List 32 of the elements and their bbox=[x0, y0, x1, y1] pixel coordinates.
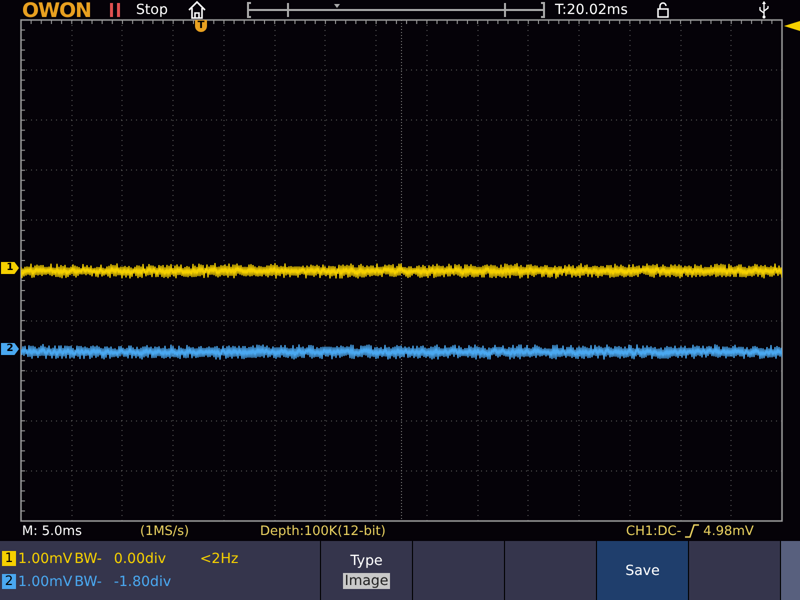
channel-number-badge: 2 bbox=[2, 574, 16, 589]
channel-scale: 1.00mV bbox=[18, 574, 72, 590]
menu-side-strip bbox=[781, 541, 800, 600]
channel-marker[interactable]: 2 bbox=[1, 343, 19, 355]
bandwidth-limit: BW- bbox=[74, 574, 102, 590]
brand-logo: OWON bbox=[22, 0, 92, 20]
home-icon[interactable] bbox=[188, 1, 206, 19]
trigger-source: CH1:DC- bbox=[626, 524, 682, 538]
frequency-reading: <2Hz bbox=[200, 550, 238, 566]
usb-icon bbox=[759, 1, 769, 19]
trigger-level-marker[interactable] bbox=[784, 21, 800, 31]
softkey-label: Save bbox=[625, 562, 660, 578]
padlock-icon bbox=[657, 2, 669, 18]
trigger-position-marker[interactable]: T bbox=[195, 20, 207, 32]
channel-number-badge: 1 bbox=[2, 551, 16, 566]
timebase: M: 5.0ms bbox=[22, 524, 83, 538]
trigger-time: T:20.02ms bbox=[555, 2, 629, 18]
bandwidth-limit: BW- bbox=[74, 550, 102, 566]
run-state: Stop bbox=[136, 2, 169, 18]
rising-edge-icon bbox=[685, 524, 700, 538]
sample-rate: (1MS/s) bbox=[140, 524, 190, 538]
memory-depth: Depth:100K(12-bit) bbox=[260, 524, 387, 538]
channel-offset: 0.00div bbox=[114, 550, 168, 566]
channel-scale: 1.00mV bbox=[18, 550, 72, 566]
pause-icon bbox=[110, 3, 120, 17]
softkey-label: Type bbox=[350, 552, 383, 568]
channel-offset: -1.80div bbox=[114, 574, 172, 590]
softkey[interactable]: Save bbox=[597, 541, 689, 600]
channel-marker[interactable]: 1 bbox=[1, 262, 19, 274]
trigger-level: 4.98mV bbox=[703, 524, 754, 538]
softkey-value: Image bbox=[342, 572, 390, 588]
softkey[interactable]: Type Image bbox=[321, 541, 413, 600]
